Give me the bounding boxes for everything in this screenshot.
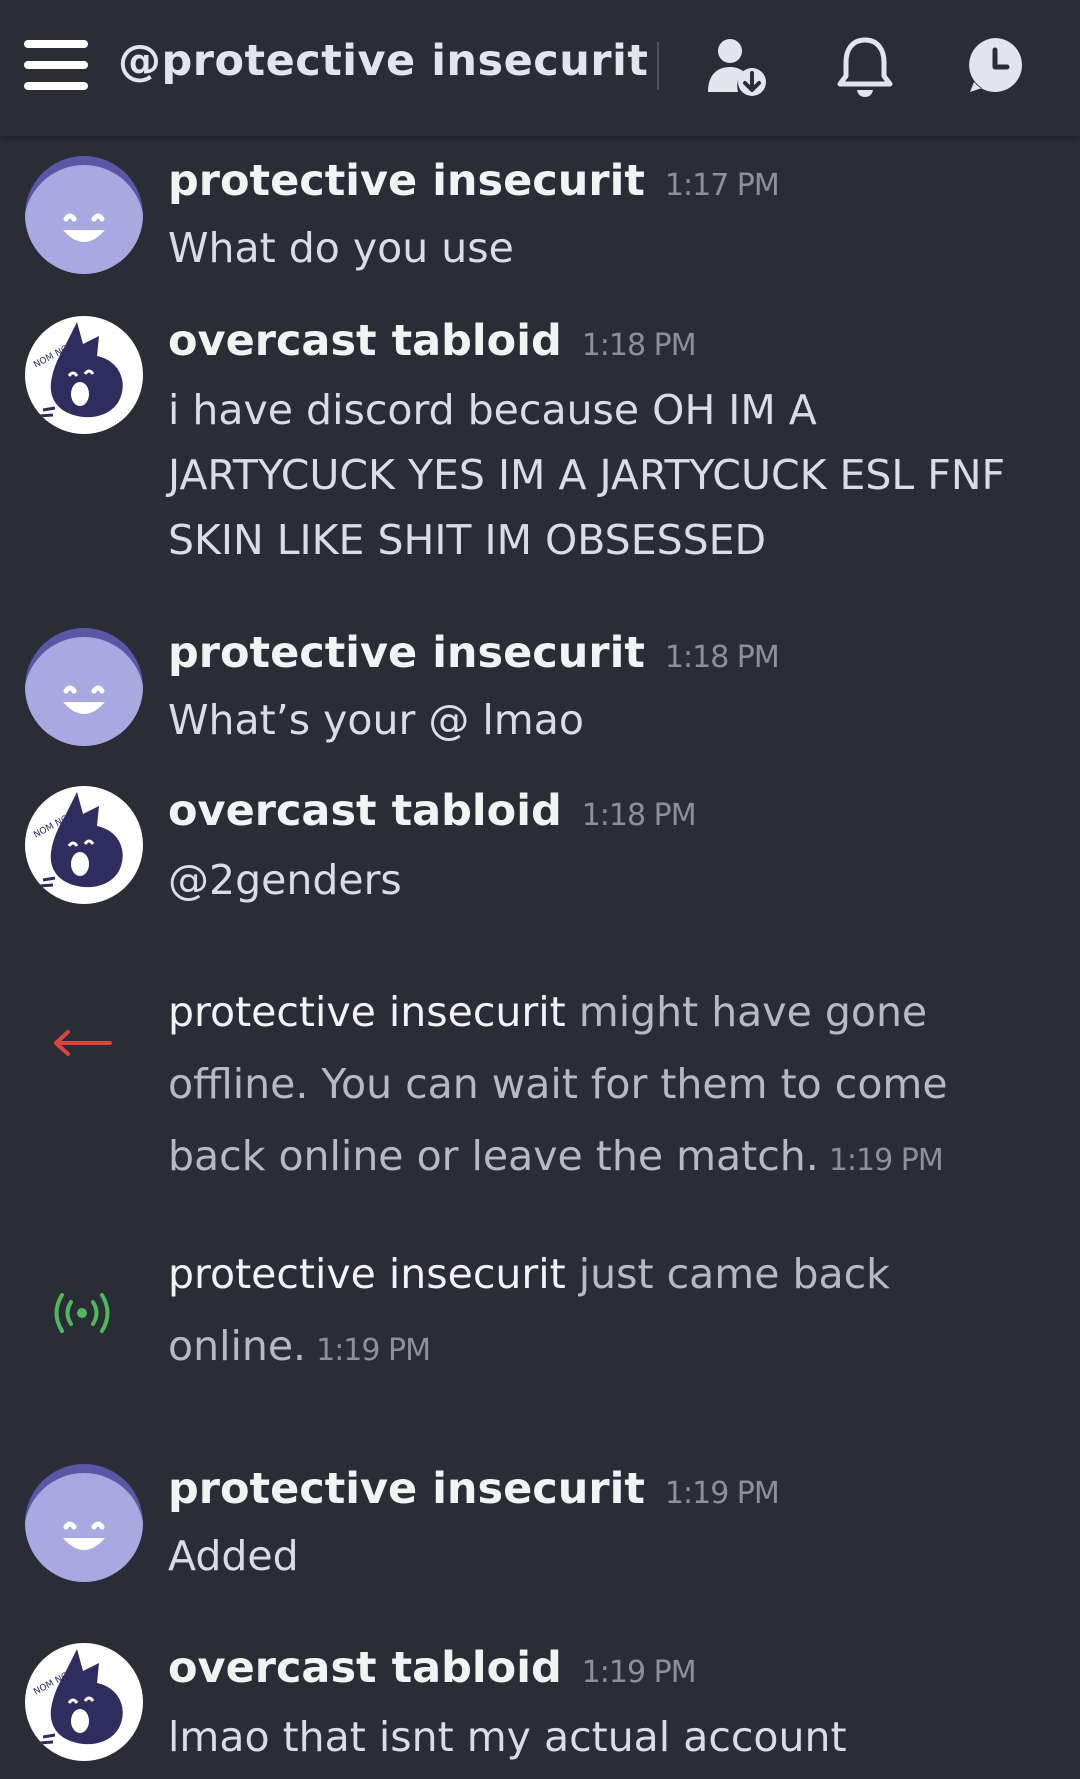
- top-bar: @protective insecurit: [0, 0, 1080, 136]
- nom-nom-avatar-icon: NOM NOM: [25, 786, 143, 904]
- system-message-text: protective insecurit just came back onli…: [168, 1238, 1038, 1387]
- clock-icon[interactable]: [966, 36, 1024, 94]
- avatar[interactable]: [25, 156, 143, 274]
- system-username[interactable]: protective insecurit: [168, 988, 566, 1036]
- message-text: What’s your @ lmao: [168, 696, 584, 744]
- timestamp: 1:18 PM: [581, 328, 697, 363]
- message-text: @2genders: [168, 856, 402, 904]
- avatar[interactable]: [25, 628, 143, 746]
- nom-nom-avatar-icon: NOM NOM: [25, 1643, 143, 1761]
- avatar[interactable]: NOM NOM: [25, 1643, 143, 1761]
- signal-icon: [54, 1293, 110, 1333]
- username[interactable]: overcast tabloid: [168, 1643, 562, 1693]
- smiley-avatar-icon: [25, 628, 143, 746]
- username[interactable]: protective insecurit: [168, 1464, 645, 1514]
- smiley-avatar-icon: [25, 156, 143, 274]
- system-message-text: protective insecurit might have gone off…: [168, 976, 1038, 1197]
- username[interactable]: overcast tabloid: [168, 786, 562, 836]
- message-text: What do you use: [168, 224, 514, 272]
- username[interactable]: protective insecurit: [168, 156, 645, 206]
- timestamp: 1:19 PM: [581, 1655, 697, 1690]
- smiley-avatar-icon: [25, 1464, 143, 1582]
- timestamp: 1:17 PM: [664, 168, 780, 203]
- title-divider: [657, 42, 659, 90]
- timestamp: 1:19 PM: [828, 1143, 944, 1178]
- username[interactable]: protective insecurit: [168, 628, 645, 678]
- username[interactable]: overcast tabloid: [168, 316, 562, 366]
- bell-icon[interactable]: [836, 36, 894, 100]
- avatar[interactable]: NOM NOM: [25, 786, 143, 904]
- message-text: lmao that isnt my actual account: [168, 1713, 847, 1761]
- timestamp: 1:19 PM: [664, 1476, 780, 1511]
- channel-title[interactable]: @protective insecurit: [118, 36, 648, 86]
- avatar[interactable]: [25, 1464, 143, 1582]
- system-username[interactable]: protective insecurit: [168, 1250, 566, 1298]
- message-text: Added: [168, 1532, 299, 1580]
- nom-nom-avatar-icon: NOM NOM: [25, 316, 143, 434]
- user-download-icon[interactable]: [706, 36, 768, 98]
- menu-icon[interactable]: [24, 38, 88, 92]
- message-text: i have discord because OH IM A JARTYCUCK…: [168, 386, 1006, 564]
- arrow-left-icon: [54, 1030, 112, 1056]
- timestamp: 1:18 PM: [664, 640, 780, 675]
- timestamp: 1:18 PM: [581, 798, 697, 833]
- message-list[interactable]: protective insecurit 1:17 PM What do you …: [0, 136, 1080, 1779]
- timestamp: 1:19 PM: [316, 1333, 431, 1368]
- avatar[interactable]: NOM NOM: [25, 316, 143, 434]
